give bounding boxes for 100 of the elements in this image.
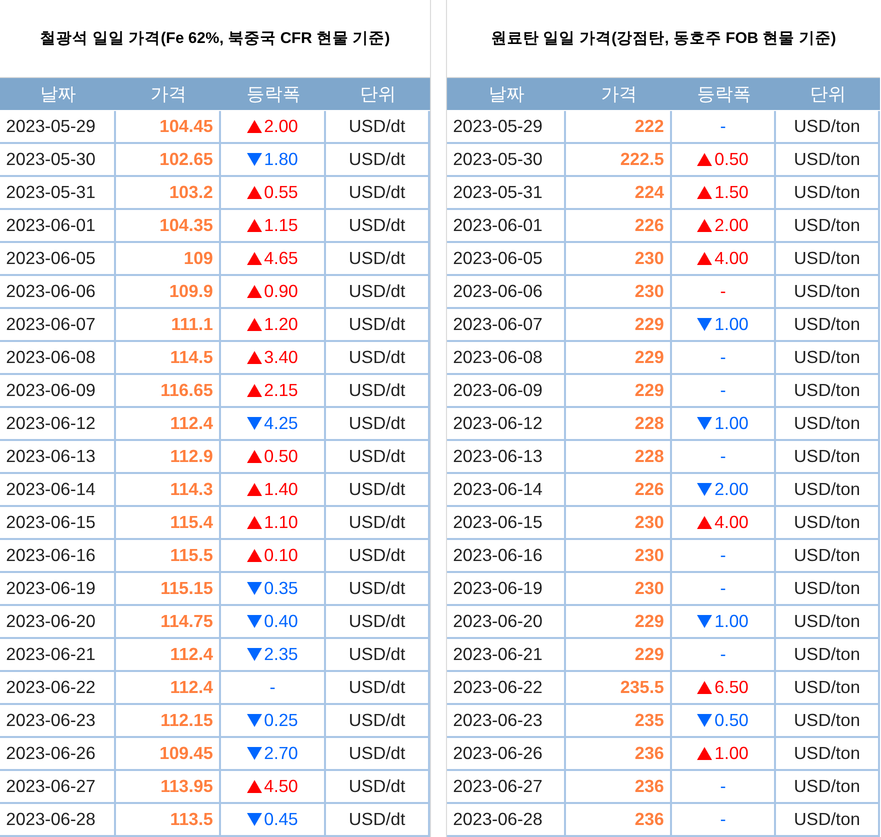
change-value: 2.00	[714, 215, 749, 236]
change-value: 2.00	[714, 479, 749, 500]
column-header: 단위	[326, 78, 430, 110]
price-cell: 230	[566, 540, 672, 573]
change-value: 1.10	[264, 512, 298, 533]
date-cell: 2023-06-05	[0, 243, 116, 276]
column-header: 가격	[566, 78, 672, 110]
price-cell: 226	[566, 210, 672, 243]
price-cell: 228	[566, 408, 672, 441]
down-triangle-icon	[697, 318, 712, 331]
price-cell: 112.4	[116, 408, 221, 441]
date-cell: 2023-05-29	[447, 111, 566, 144]
change-value: 0.50	[264, 446, 298, 467]
price-cell: 235.5	[566, 672, 672, 705]
date-cell: 2023-06-23	[0, 705, 116, 738]
date-cell: 2023-06-19	[0, 573, 116, 606]
change-value: -	[720, 281, 726, 302]
price-cell: 112.15	[116, 705, 221, 738]
change-value: 4.00	[714, 248, 749, 269]
up-triangle-icon	[246, 483, 262, 496]
price-cell: 222	[566, 111, 672, 144]
down-triangle-icon	[246, 714, 262, 727]
change-value: -	[720, 116, 726, 137]
price-cell: 236	[566, 804, 672, 837]
change-value: -	[720, 347, 726, 368]
price-cell: 113.95	[116, 771, 221, 804]
date-cell: 2023-06-26	[447, 738, 566, 771]
price-cell: 113.5	[116, 804, 221, 837]
price-cell: 229	[566, 375, 672, 408]
unit-cell: USD/ton	[776, 309, 880, 342]
change-value: -	[720, 545, 726, 566]
change-value: 3.40	[264, 347, 298, 368]
change-value: 1.00	[714, 413, 749, 434]
date-cell: 2023-05-30	[447, 144, 566, 177]
price-cell: 229	[566, 639, 672, 672]
price-cell: 114.5	[116, 342, 221, 375]
date-cell: 2023-06-07	[0, 309, 116, 342]
unit-cell: USD/ton	[776, 441, 880, 474]
up-triangle-icon	[246, 219, 262, 232]
date-cell: 2023-05-29	[0, 111, 116, 144]
up-triangle-icon	[246, 120, 262, 133]
unit-cell: USD/dt	[326, 606, 430, 639]
unit-cell: USD/dt	[326, 375, 430, 408]
date-cell: 2023-06-01	[0, 210, 116, 243]
up-triangle-icon	[246, 186, 262, 199]
unit-cell: USD/ton	[776, 507, 880, 540]
unit-cell: USD/dt	[326, 342, 430, 375]
date-cell: 2023-06-05	[447, 243, 566, 276]
down-triangle-icon	[246, 747, 262, 760]
change-value: 2.70	[264, 743, 298, 764]
column-header: 등락폭	[672, 78, 776, 110]
price-cell: 109	[116, 243, 221, 276]
down-triangle-icon	[246, 417, 262, 430]
down-triangle-icon	[697, 714, 712, 727]
unit-cell: USD/ton	[776, 606, 880, 639]
change-value: 1.20	[264, 314, 298, 335]
price-cell: 109.9	[116, 276, 221, 309]
unit-cell: USD/ton	[776, 771, 880, 804]
date-cell: 2023-06-09	[447, 375, 566, 408]
change-value: 0.40	[264, 611, 298, 632]
price-cell: 112.4	[116, 672, 221, 705]
column-header: 단위	[776, 78, 880, 110]
unit-cell: USD/ton	[776, 243, 880, 276]
date-cell: 2023-06-27	[0, 771, 116, 804]
unit-cell: USD/dt	[326, 705, 430, 738]
date-cell: 2023-06-28	[447, 804, 566, 837]
up-triangle-icon	[246, 516, 262, 529]
unit-cell: USD/ton	[776, 408, 880, 441]
column-header: 날짜	[447, 78, 566, 110]
change-value: 1.00	[714, 314, 749, 335]
price-cell: 235	[566, 705, 672, 738]
price-cell: 230	[566, 243, 672, 276]
change-value: 4.25	[264, 413, 298, 434]
unit-cell: USD/ton	[776, 672, 880, 705]
up-triangle-icon	[246, 318, 262, 331]
up-triangle-icon	[697, 516, 712, 529]
up-triangle-icon	[246, 549, 262, 562]
date-cell: 2023-06-20	[0, 606, 116, 639]
down-triangle-icon	[246, 615, 262, 628]
unit-cell: USD/ton	[776, 540, 880, 573]
date-cell: 2023-05-31	[0, 177, 116, 210]
change-value: 2.15	[264, 380, 298, 401]
price-cell: 111.1	[116, 309, 221, 342]
price-cell: 112.4	[116, 639, 221, 672]
unit-cell: USD/dt	[326, 573, 430, 606]
price-cell: 226	[566, 474, 672, 507]
unit-cell: USD/dt	[326, 771, 430, 804]
date-cell: 2023-06-19	[447, 573, 566, 606]
change-value: 4.50	[264, 776, 298, 797]
unit-cell: USD/dt	[326, 804, 430, 837]
price-cell: 112.9	[116, 441, 221, 474]
unit-cell: USD/ton	[776, 738, 880, 771]
change-value: 2.00	[264, 116, 298, 137]
unit-cell: USD/ton	[776, 804, 880, 837]
price-cell: 236	[566, 738, 672, 771]
unit-cell: USD/ton	[776, 111, 880, 144]
up-triangle-icon	[246, 285, 262, 298]
date-cell: 2023-06-21	[0, 639, 116, 672]
unit-cell: USD/ton	[776, 474, 880, 507]
price-cell: 229	[566, 606, 672, 639]
